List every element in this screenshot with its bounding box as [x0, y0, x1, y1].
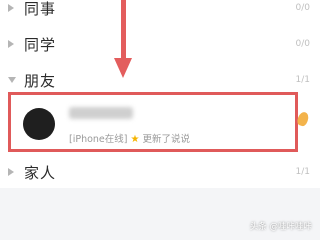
caret-right-icon	[8, 168, 14, 176]
status-text: 更新了说说	[142, 134, 191, 145]
caret-right-icon	[8, 40, 14, 48]
group-row-classmates[interactable]: 同学 0/0	[0, 28, 320, 60]
group-count: 0/0	[295, 39, 310, 49]
contact-item[interactable]: [iPhone在线] ★ 更新了说说	[8, 92, 298, 152]
group-name: 家人	[24, 163, 57, 182]
caret-down-icon	[8, 77, 16, 83]
arrow-stem	[121, 0, 126, 66]
group-name: 朋友	[24, 71, 57, 90]
caret-right-icon	[8, 4, 14, 12]
group-count: 0/0	[295, 3, 310, 13]
empty-area	[0, 188, 320, 240]
badge-icon	[295, 110, 311, 128]
group-row-family[interactable]: 家人 1/1	[0, 156, 320, 188]
group-name: 同学	[24, 35, 57, 54]
arrow-down-icon	[114, 58, 132, 78]
blurred-contact-name	[69, 107, 133, 119]
avatar[interactable]	[23, 108, 55, 140]
star-icon: ★	[130, 134, 140, 145]
watermark: 头条 @哇咔哇咔	[249, 222, 312, 232]
group-count: 1/1	[295, 75, 310, 85]
status-device: [iPhone在线]	[69, 134, 128, 145]
group-count: 1/1	[295, 167, 310, 177]
contact-status: [iPhone在线] ★ 更新了说说	[69, 131, 190, 145]
group-name: 同事	[24, 0, 57, 18]
group-row-coworkers[interactable]: 同事 0/0	[0, 0, 320, 24]
